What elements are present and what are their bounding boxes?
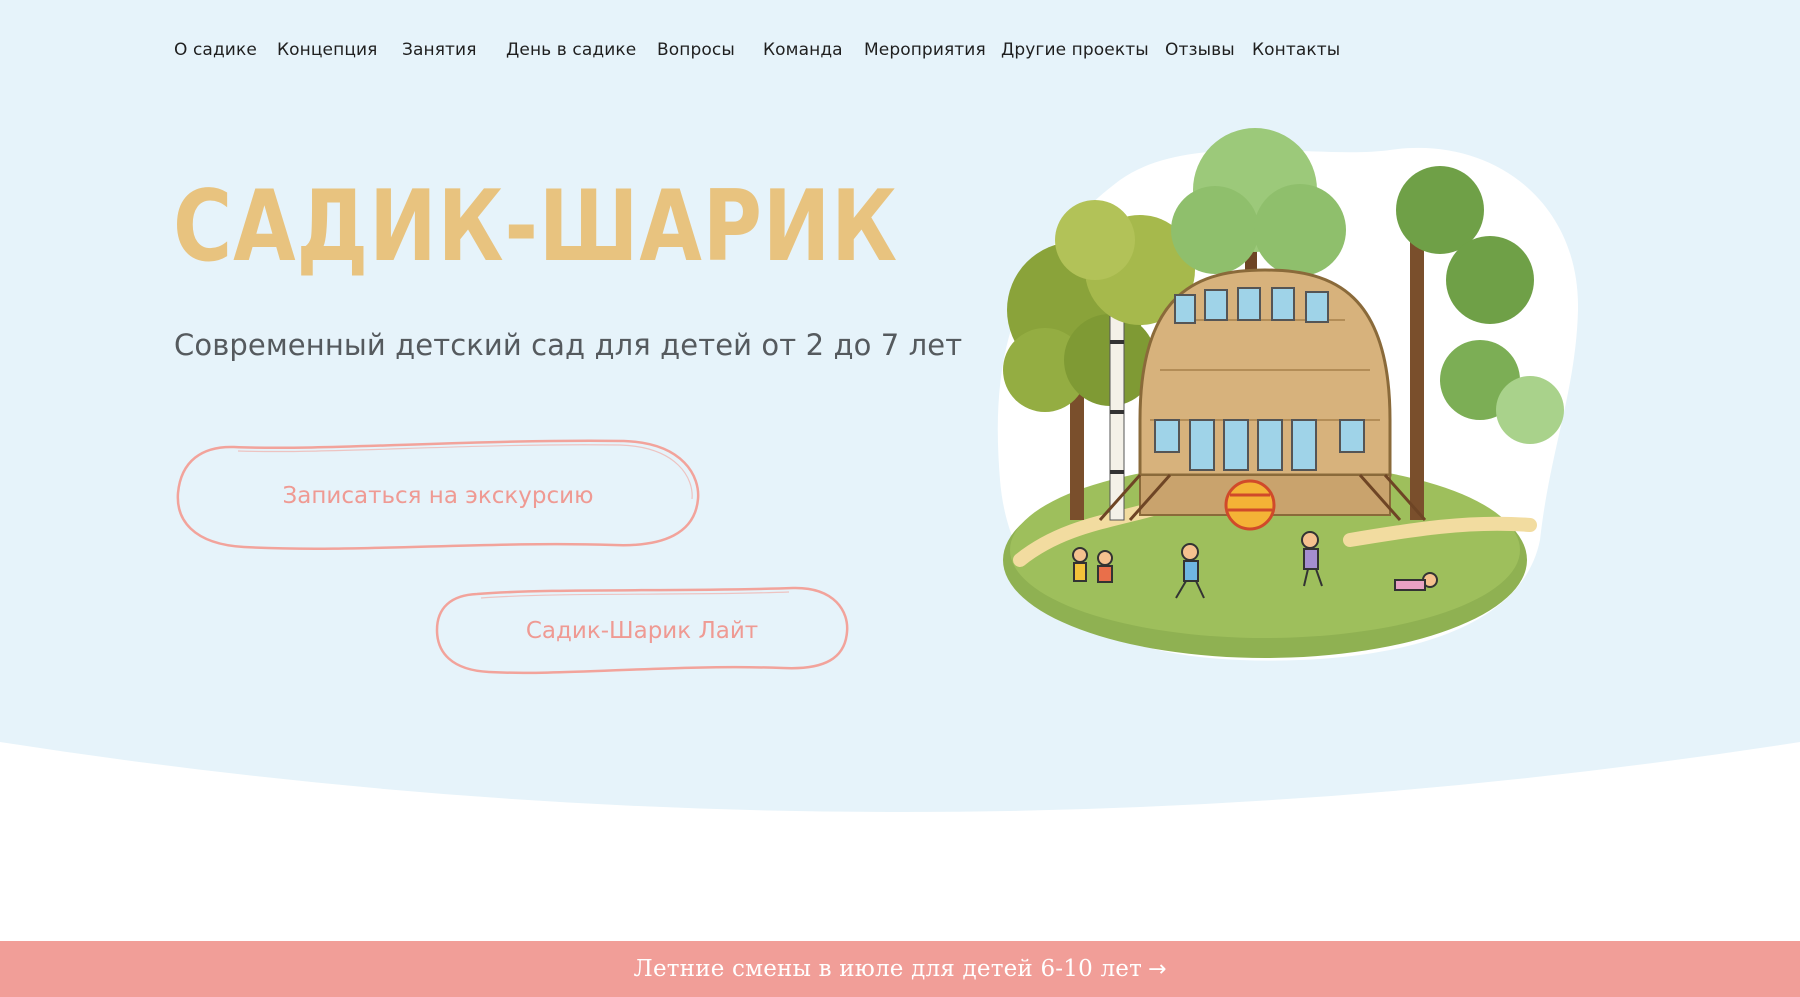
lite-program-button[interactable]: Садик-Шарик Лайт: [433, 584, 851, 678]
page-title-text: САДИК-ШАРИК: [173, 170, 898, 284]
nav-item-concept[interactable]: Концепция: [277, 40, 377, 60]
nav-item-team[interactable]: Команда: [763, 40, 843, 60]
summer-camp-banner[interactable]: Летние смены в июле для детей 6-10 лет →: [0, 941, 1800, 997]
nav-item-events[interactable]: Мероприятия: [864, 40, 986, 60]
arrow-right-icon: →: [1148, 956, 1167, 982]
page-title: САДИК-ШАРИК: [173, 160, 908, 284]
nav-item-faq[interactable]: Вопросы: [657, 40, 735, 60]
hero-subtitle: Современный детский сад для детей от 2 д…: [174, 328, 963, 362]
nav-item-contacts[interactable]: Контакты: [1252, 40, 1340, 60]
main-nav: О садике Концепция Занятия День в садике…: [0, 40, 1800, 66]
nav-item-classes[interactable]: Занятия: [402, 40, 477, 60]
nav-item-reviews[interactable]: Отзывы: [1165, 40, 1235, 60]
lite-program-label: Садик-Шарик Лайт: [525, 618, 759, 644]
book-excursion-button[interactable]: Записаться на экскурсию: [174, 437, 702, 555]
book-excursion-label: Записаться на экскурсию: [282, 483, 594, 509]
summer-camp-banner-text: Летние смены в июле для детей 6-10 лет: [633, 956, 1143, 982]
nav-item-about[interactable]: О садике: [174, 40, 257, 60]
kindergarten-illustration: [990, 120, 1590, 665]
nav-item-day[interactable]: День в садике: [506, 40, 636, 60]
nav-item-projects[interactable]: Другие проекты: [1001, 40, 1149, 60]
